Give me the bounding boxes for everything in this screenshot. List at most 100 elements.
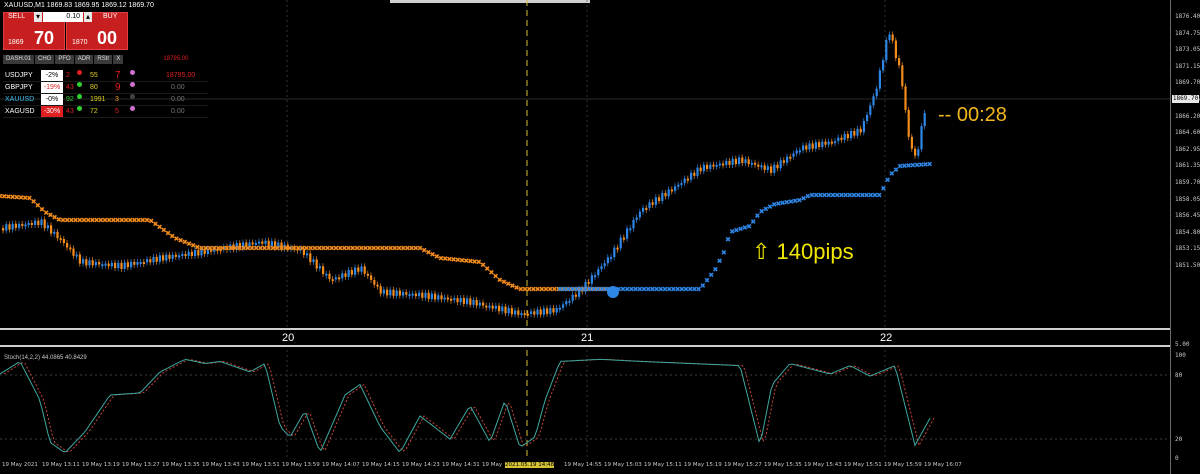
time-tick-label: 19 May 14:31: [442, 462, 480, 468]
candle-body: [475, 299, 478, 306]
candle-body: [702, 164, 705, 172]
candle-body: [430, 293, 433, 300]
candle-body: [674, 186, 677, 191]
trail-stop-marker-blue: [851, 192, 857, 198]
stochastic-subwindow[interactable]: [0, 350, 1170, 460]
candle-body: [507, 308, 510, 314]
trail-stop-marker-blue: [897, 163, 903, 169]
candle-body: [763, 165, 766, 170]
dashboard-row[interactable]: USDJPY -2% 2 55 7 18795.00: [3, 70, 208, 82]
dashboard-row[interactable]: XAUUSD -0% 92 1991 3 0.00: [3, 94, 208, 106]
candle-body: [424, 292, 427, 298]
trail-stop-marker-orange: [186, 241, 192, 246]
candle-body: [354, 267, 357, 275]
lot-size-input[interactable]: 0.10: [43, 12, 83, 22]
subwindow-divider[interactable]: [0, 345, 1170, 347]
trail-stop-marker-blue: [902, 163, 907, 169]
lot-decrease-button[interactable]: ▾: [34, 12, 42, 22]
trail-stop-marker-blue: [641, 286, 647, 292]
candle-body: [18, 223, 21, 228]
trail-stop-marker-orange: [157, 224, 162, 230]
candle-body: [66, 242, 69, 248]
candle-body: [526, 313, 529, 316]
time-tick-label: 19 May 13:27: [122, 462, 160, 468]
candle-body: [114, 262, 117, 269]
trail-stop-marker-orange: [14, 194, 20, 200]
dashboard-tab[interactable]: DASH.01: [3, 55, 35, 64]
trail-stop-marker-orange: [60, 217, 66, 223]
trail-stop-marker-orange: [442, 256, 448, 261]
candle-body: [34, 220, 37, 225]
trail-stop-marker-orange: [379, 245, 385, 251]
trail-stop-marker-blue: [620, 286, 626, 292]
trail-stop-marker-orange: [308, 245, 314, 251]
trail-stop-marker-blue: [809, 192, 815, 198]
trail-stop-marker-blue: [910, 162, 916, 168]
trail-stop-marker-orange: [56, 216, 62, 222]
time-tick-label: 19 May 13:59: [282, 462, 320, 468]
candle-body: [590, 275, 593, 284]
trail-stop-marker-blue: [792, 198, 798, 204]
dashboard-row[interactable]: GBPJPY -19% 43 80 9 0.00: [3, 82, 208, 94]
pfo-cell: 43: [66, 84, 74, 91]
candle-body: [907, 109, 910, 137]
time-tick-label: 19 May 15:03: [604, 462, 642, 468]
trail-stop-marker-orange: [39, 206, 45, 212]
candle-body: [251, 242, 254, 245]
candle-body: [398, 290, 401, 296]
candle-body: [565, 301, 568, 305]
close-dashboard-button[interactable]: X: [113, 55, 124, 64]
time-tick-label: 19 May 13:19: [82, 462, 120, 468]
candle-body: [587, 281, 590, 284]
main-grid: [286, 0, 886, 328]
candle-body: [395, 290, 398, 296]
dashboard-row[interactable]: XAGUSD -30% 43 72 5 0.00: [3, 106, 208, 118]
candle-body: [552, 308, 555, 313]
trail-stop-marker-blue: [784, 199, 790, 205]
candle-body: [872, 96, 875, 106]
candle-body: [376, 284, 379, 287]
trail-stop-marker-orange: [174, 236, 179, 241]
header-pfo[interactable]: PFO: [55, 55, 74, 64]
trail-stop-marker-orange: [510, 283, 515, 288]
candle-body: [309, 253, 312, 263]
status-dot: [77, 94, 82, 99]
candle-body: [530, 311, 533, 314]
header-rstr[interactable]: RStr: [94, 55, 113, 64]
header-chg[interactable]: CHG: [35, 55, 55, 64]
trail-stop-marker-blue: [692, 286, 697, 292]
candle-body: [158, 255, 161, 262]
trail-stop-marker-orange: [69, 217, 74, 223]
time-tick-label: 19 May 14:07: [322, 462, 360, 468]
trail-stop-marker-orange: [430, 251, 435, 257]
candle-body: [440, 295, 443, 300]
main-price-chart[interactable]: [0, 0, 1170, 330]
candle-body: [920, 126, 923, 150]
candle-body: [462, 297, 465, 304]
candle-body: [149, 259, 152, 263]
trail-stop-marker-orange: [392, 245, 398, 251]
trail-stop-marker-orange: [501, 279, 507, 285]
time-axis[interactable]: 19 May 2021 19 May 13:11 19 May 13:19 19 Ma…: [0, 462, 1170, 474]
candle-body: [315, 259, 318, 269]
candle-body: [168, 254, 171, 259]
header-adr[interactable]: ADR: [74, 55, 94, 64]
trail-stop-marker-blue: [746, 223, 752, 229]
sell-price-big: 70: [34, 28, 55, 48]
pips-annotation: ⇧ 140pips: [752, 239, 854, 264]
candle-body: [843, 133, 846, 140]
lot-increase-button[interactable]: ▴: [84, 12, 92, 22]
candle-body: [728, 160, 731, 165]
candle-body: [917, 149, 920, 156]
price-scale[interactable]: 1876.401874.751873.051871.151869.701867.…: [1170, 0, 1200, 474]
candle-body: [597, 269, 600, 276]
dashboard-panel: DASH.01 CHG PFO ADR RStr X 18795.00 USDJ…: [3, 55, 208, 118]
trail-stop-marker-blue: [713, 266, 718, 272]
trail-stop-marker-orange: [136, 217, 141, 223]
candle-body: [200, 249, 203, 256]
candle-body: [482, 302, 485, 306]
candle-body: [574, 294, 577, 297]
trail-stop-marker-blue: [704, 277, 710, 283]
candle-body: [786, 156, 789, 163]
trail-stop-marker-orange: [514, 285, 519, 290]
